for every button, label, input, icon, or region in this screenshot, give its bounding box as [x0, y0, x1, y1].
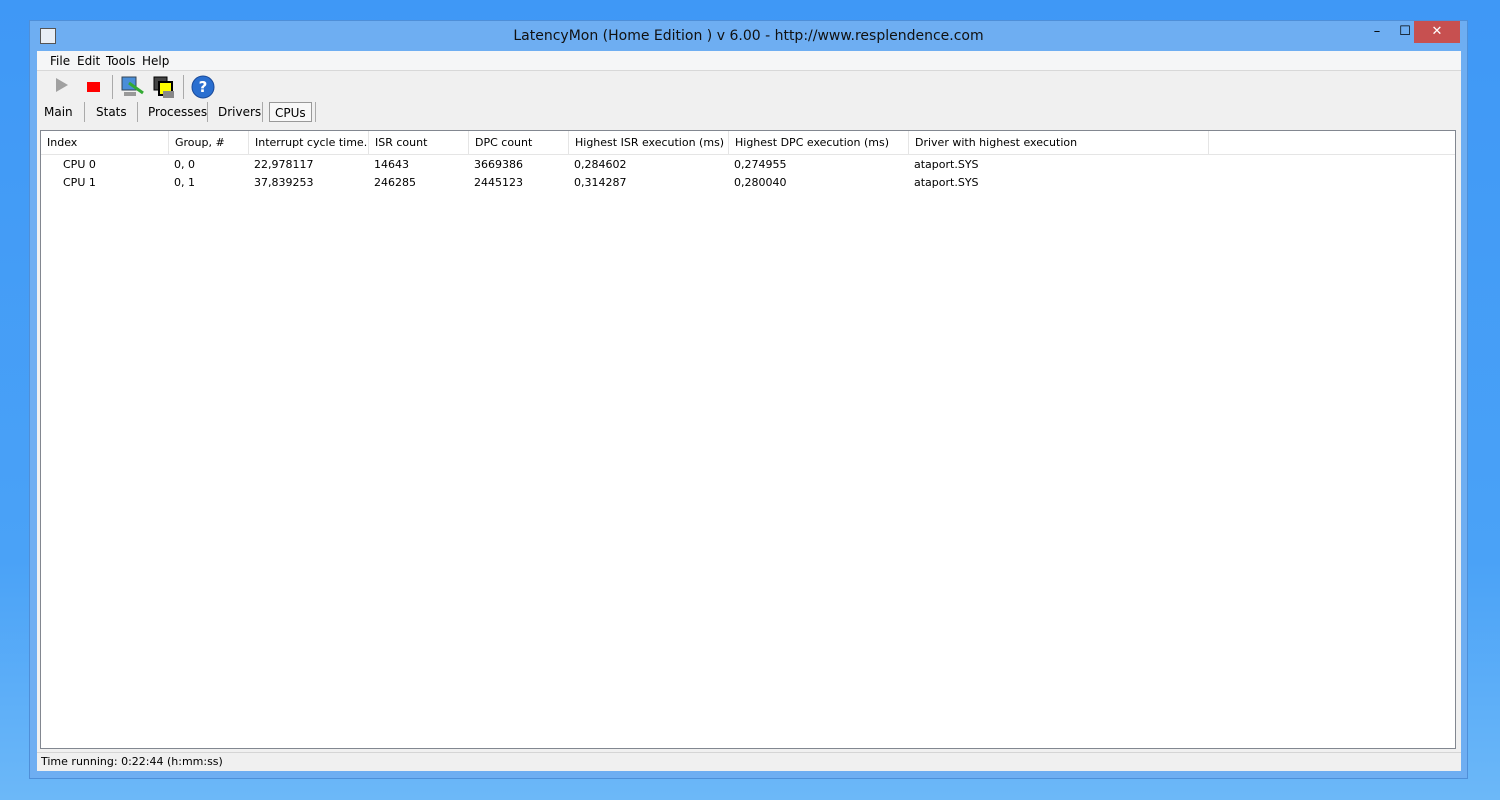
table-row[interactable]: CPU 0 0, 0 22,978117 14643 3669386 0,284…: [41, 156, 1455, 174]
cell-interrupt-cycle-time: 22,978117: [254, 158, 314, 171]
cell-group: 0, 1: [174, 176, 195, 189]
cell-highest-dpc: 0,280040: [734, 176, 787, 189]
cell-isr-count: 14643: [374, 158, 409, 171]
client-area: File Edit Tools Help ? Main Stats Proces…: [37, 51, 1461, 771]
cell-isr-count: 246285: [374, 176, 416, 189]
column-header-index[interactable]: Index: [41, 131, 169, 155]
table-row[interactable]: CPU 1 0, 1 37,839253 246285 2445123 0,31…: [41, 174, 1455, 192]
tab-stats[interactable]: Stats: [91, 102, 132, 122]
column-header-highest-isr[interactable]: Highest ISR execution (ms): [569, 131, 729, 155]
analyze-button[interactable]: [119, 75, 145, 101]
tab-separator: [262, 102, 263, 122]
cell-driver: ataport.SYS: [914, 158, 979, 171]
tab-drivers[interactable]: Drivers: [213, 102, 266, 122]
app-window: LatencyMon (Home Edition ) v 6.00 - http…: [29, 20, 1468, 779]
cell-highest-isr: 0,314287: [574, 176, 627, 189]
column-header-driver[interactable]: Driver with highest execution: [909, 131, 1209, 155]
column-header-dpc-count[interactable]: DPC count: [469, 131, 569, 155]
tab-separator: [84, 102, 85, 122]
column-header-group[interactable]: Group, #: [169, 131, 249, 155]
tab-main[interactable]: Main: [39, 102, 78, 122]
time-running-text: Time running: 0:22:44 (h:mm:ss): [41, 755, 223, 768]
start-button[interactable]: [55, 77, 69, 103]
cell-index: CPU 1: [63, 176, 96, 189]
menu-file[interactable]: File: [50, 54, 70, 68]
monitor-wand-icon: [121, 76, 144, 96]
cell-highest-isr: 0,284602: [574, 158, 627, 171]
cpu-table: Index Group, # Interrupt cycle time... I…: [40, 130, 1456, 749]
minimize-button[interactable]: –: [1362, 21, 1392, 43]
menu-tools[interactable]: Tools: [106, 54, 136, 68]
help-icon: ?: [191, 75, 215, 99]
cell-interrupt-cycle-time: 37,839253: [254, 176, 314, 189]
cpus-button[interactable]: [152, 75, 176, 101]
window-title: LatencyMon (Home Edition ) v 6.00 - http…: [513, 28, 984, 44]
stop-button[interactable]: [87, 82, 100, 92]
cell-group: 0, 0: [174, 158, 195, 171]
column-header-highest-dpc[interactable]: Highest DPC execution (ms): [729, 131, 909, 155]
menu-help[interactable]: Help: [142, 54, 169, 68]
status-bar: Time running: 0:22:44 (h:mm:ss): [37, 752, 1461, 771]
toolbar-separator: [112, 75, 113, 99]
help-button[interactable]: ?: [191, 75, 215, 101]
play-icon: [56, 78, 68, 92]
column-header-isr-count[interactable]: ISR count: [369, 131, 469, 155]
close-button[interactable]: ✕: [1414, 21, 1460, 43]
cpu-windows-icon: [153, 76, 174, 98]
tab-separator: [137, 102, 138, 122]
tab-separator: [207, 102, 208, 122]
column-header-interrupt-cycle-time[interactable]: Interrupt cycle time...: [249, 131, 369, 155]
tab-cpus[interactable]: CPUs: [269, 102, 312, 122]
cell-dpc-count: 3669386: [474, 158, 523, 171]
tab-separator: [315, 102, 316, 122]
cell-dpc-count: 2445123: [474, 176, 523, 189]
tab-processes[interactable]: Processes: [143, 102, 212, 122]
menu-edit[interactable]: Edit: [77, 54, 100, 68]
svg-text:?: ?: [199, 78, 208, 96]
cell-driver: ataport.SYS: [914, 176, 979, 189]
table-header: Index Group, # Interrupt cycle time... I…: [41, 131, 1455, 155]
cell-highest-dpc: 0,274955: [734, 158, 787, 171]
menu-bar: File Edit Tools Help: [37, 51, 1461, 71]
toolbar-separator: [183, 75, 184, 99]
cell-index: CPU 0: [63, 158, 96, 171]
